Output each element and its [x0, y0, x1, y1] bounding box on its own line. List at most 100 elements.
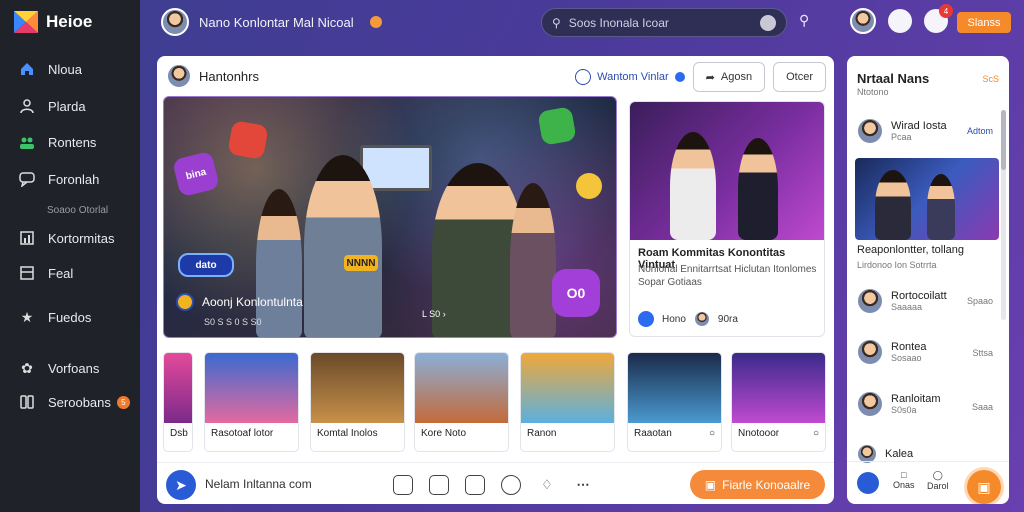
flag-icon[interactable]	[429, 475, 449, 495]
thumbnail-label: Raaotan ○	[628, 423, 721, 444]
notification-icon[interactable]: 4	[924, 4, 953, 33]
avatar	[693, 311, 710, 327]
avatar	[857, 339, 883, 365]
thumbnail-image	[521, 353, 614, 423]
create-button[interactable]: ▣ Fiarle Konoaalre	[690, 470, 825, 499]
search-button[interactable]: ⚲	[799, 12, 817, 30]
list-item-name: Rortocoilatt	[891, 290, 947, 302]
thumbnail-card[interactable]: Dsb	[163, 352, 193, 452]
otcer-button[interactable]: Otcer	[773, 62, 826, 92]
scrollbar[interactable]	[1001, 110, 1006, 320]
right-panel-footer: □ Onas ◯ Darol ▣	[847, 461, 1009, 504]
list-item[interactable]: Ranloitam S0s0a	[857, 391, 941, 417]
list-item[interactable]: Rontea Sosaao	[857, 339, 926, 365]
side-meta-name: Hono	[662, 313, 686, 325]
suggested-user-meta: Pcaa	[891, 132, 912, 142]
avatar	[857, 118, 883, 144]
camera-icon: ▣	[704, 477, 717, 492]
list-item-info: Ranloitam S0s0a	[891, 393, 941, 415]
live-fab-button[interactable]: ▣	[967, 470, 1001, 504]
compass-icon[interactable]	[857, 472, 879, 494]
nav-item-chat[interactable]: Foronlah	[18, 170, 99, 188]
nav-item-settings[interactable]: ✿ Vorfoans	[18, 359, 99, 377]
screen-icon: ▣	[977, 478, 991, 495]
list-item-info: Rontea Sosaao	[891, 341, 926, 363]
current-user[interactable]: Nano Konlontar Mal Nicoal	[161, 8, 382, 36]
nav-label: Kortormitas	[48, 230, 115, 246]
bell-icon[interactable]: ♢	[537, 475, 557, 495]
suggested-user[interactable]: Wirad Iosta Pcaa	[857, 118, 947, 144]
list-item-meta: S0s0a	[891, 405, 917, 415]
hero-more-link[interactable]: L S0 ›	[422, 309, 446, 319]
comment-icon: ○	[708, 428, 715, 439]
thumbnail-card[interactable]: Raaotan ○	[627, 352, 722, 452]
thumbnail-card[interactable]: Komtal Inolos	[310, 352, 405, 452]
composer-input[interactable]: Nelam Inltanna com	[205, 477, 312, 491]
thumbnail-card[interactable]: Kore Noto	[414, 352, 509, 452]
mic-icon[interactable]	[760, 15, 776, 31]
compose-icon[interactable]: ➤	[166, 470, 196, 500]
sparkle-icon	[369, 16, 382, 28]
composer-tools: ♢ ⋯	[393, 475, 593, 495]
nav-label: Seroobans	[48, 394, 111, 410]
app-logo[interactable]: Heioe	[14, 11, 92, 33]
emoji-icon[interactable]	[501, 475, 521, 495]
footer-tab[interactable]: ◯ Darol	[927, 470, 949, 491]
nav-item-community[interactable]: Rontens	[18, 133, 96, 151]
list-item-link[interactable]: Sttsa	[972, 348, 993, 358]
nav-label: Feal	[48, 265, 74, 281]
featured-subcaption: Lirdonoo Ion Sotrrta	[857, 260, 937, 270]
suggested-user-info: Wirad Iosta Pcaa	[891, 120, 947, 142]
avatar[interactable]	[850, 8, 876, 34]
main-feed: Hantonhrs Wantom Vinlar ➦ Agosn Otcer bi…	[157, 56, 834, 504]
nav-item-profile[interactable]: Plarda	[18, 97, 86, 115]
nav-badge: 5	[116, 395, 130, 409]
settings-icon: ✿	[21, 359, 33, 376]
thumbnail-label: Komtal Inolos	[317, 428, 378, 439]
list-item-name: Rontea	[891, 341, 927, 353]
list-item[interactable]: Rortocoilatt Saaaaa	[857, 288, 947, 314]
thumbnail-card[interactable]: Ranon	[520, 352, 615, 452]
feed-title: Hantonhrs	[199, 68, 259, 84]
thumbnail-card[interactable]: Rasotoaf lotor	[204, 352, 299, 452]
list-item-info: Rortocoilatt Saaaaa	[891, 290, 947, 312]
community-icon	[18, 133, 36, 151]
thumbnail-image	[164, 353, 192, 423]
hero-more-label: L S0	[422, 309, 443, 319]
video-person	[738, 138, 778, 240]
nav-item-chart[interactable]: Kortormitas	[18, 229, 114, 247]
scrollbar-thumb[interactable]	[1001, 110, 1006, 170]
more-icon[interactable]: ⋯	[573, 475, 593, 495]
sidebar: Heioe Nloua Plarda Rontens Foronlah Soao…	[0, 0, 140, 512]
avatar[interactable]	[167, 64, 191, 88]
logo-icon	[14, 11, 38, 33]
hero-media[interactable]: bina dato NNNN O0 Aoonj Konlontulnta S0 …	[163, 96, 617, 338]
agosn-button[interactable]: ➦ Agosn	[692, 62, 766, 92]
thumbnail-card[interactable]: Nnotooor ○	[731, 352, 826, 452]
app-name: Heioe	[46, 12, 93, 31]
nav-item-grid[interactable]: Feal	[18, 264, 73, 282]
footer-tab[interactable]: □ Onas	[893, 470, 915, 490]
right-panel-title: Nrtaal Nans	[857, 71, 930, 86]
hero-sticker: dato	[178, 253, 234, 277]
nav-item-home[interactable]: Nloua	[18, 60, 82, 78]
nav-item-link[interactable]: Seroobans 5	[18, 393, 130, 411]
search-input[interactable]: ⚲ Soos Inonala Icoar	[541, 8, 787, 37]
comment-icon[interactable]	[393, 475, 413, 495]
qr-icon[interactable]	[465, 475, 485, 495]
follow-link[interactable]: Adtom	[967, 126, 993, 136]
nav-item-star[interactable]: ★ Fuedos	[18, 308, 92, 326]
list-item-link[interactable]: Saaa	[972, 402, 993, 412]
avatar	[161, 8, 189, 36]
nav-section-label: Soaoo Otorlal	[47, 205, 109, 216]
list-item-link[interactable]: Spaao	[967, 296, 993, 306]
star-icon: ★	[20, 308, 34, 325]
side-video-card[interactable]: Roam Kommitas Konontitas Vintuat Nonlona…	[629, 101, 825, 337]
thumbnail-image	[732, 353, 825, 423]
chat-bubble-icon[interactable]	[888, 9, 912, 33]
featured-image[interactable]	[855, 158, 999, 240]
nav-label: Fuedos	[48, 309, 92, 325]
hero-person	[256, 189, 302, 337]
watch-link[interactable]: Wantom Vinlar	[575, 69, 685, 85]
share-button[interactable]: Slanss	[957, 12, 1011, 33]
